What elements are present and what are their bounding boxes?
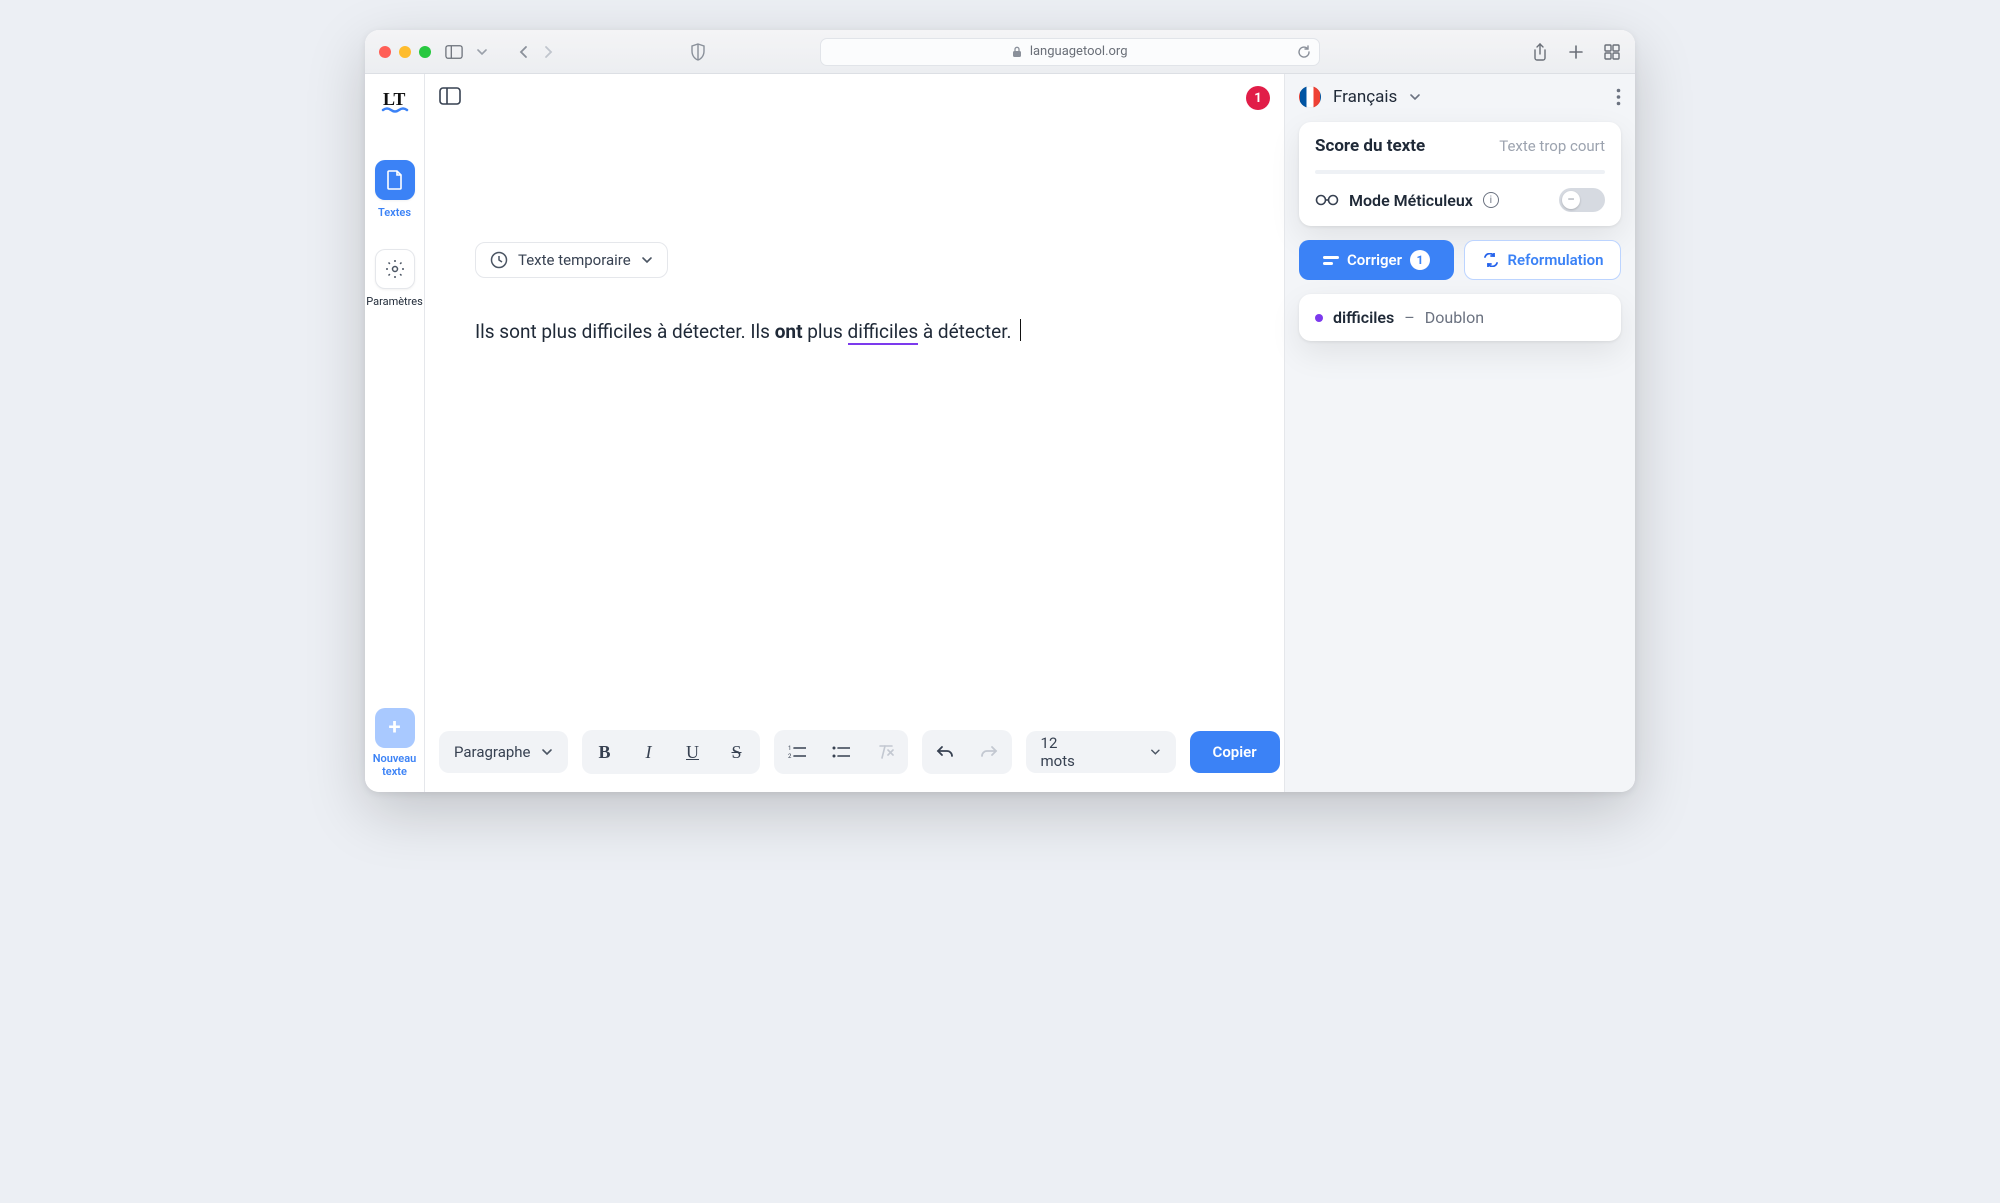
more-menu-icon[interactable] xyxy=(1616,88,1621,106)
app-logo[interactable]: LT xyxy=(381,88,409,116)
document-type-selector[interactable]: Texte temporaire xyxy=(475,242,668,278)
tab-corriger[interactable]: Corriger 1 xyxy=(1299,240,1454,280)
word-count-label: 12 mots xyxy=(1041,734,1090,770)
unordered-list-button[interactable] xyxy=(820,732,862,772)
flag-france-icon xyxy=(1299,86,1321,108)
sidebar-item-textes[interactable] xyxy=(375,160,415,200)
sidebar-item-textes-label: Textes xyxy=(378,206,411,219)
text-segment: plus xyxy=(803,320,848,343)
list-group: 12 xyxy=(774,730,908,774)
text-segment: à détecter. xyxy=(918,320,1016,343)
picky-mode-toggle[interactable]: − xyxy=(1559,188,1605,212)
score-bar xyxy=(1315,170,1605,174)
paragraph-style-label: Paragraphe xyxy=(454,743,531,761)
chevron-down-icon[interactable] xyxy=(473,43,491,61)
score-card: Score du texte Texte trop court Mode Mét… xyxy=(1299,122,1621,226)
reformulation-icon xyxy=(1482,253,1500,267)
format-group: B I U S xyxy=(582,730,760,774)
info-icon[interactable]: i xyxy=(1483,192,1499,208)
text-caret xyxy=(1020,319,1021,341)
issue-bullet-icon xyxy=(1315,314,1323,322)
issue-type: Doublon xyxy=(1425,308,1484,327)
editor-textarea[interactable]: Ils sont plus difficiles à détecter. Ils… xyxy=(475,318,1234,347)
url-host: languagetool.org xyxy=(1030,44,1128,59)
chevron-down-icon xyxy=(641,254,653,266)
window-controls xyxy=(379,46,431,58)
app: LT Textes Paramètres + Nouveautexte xyxy=(365,74,1635,792)
copy-button[interactable]: Copier xyxy=(1190,731,1280,773)
document-type-label: Texte temporaire xyxy=(518,251,631,269)
editor-column: 1 Texte temporaire xyxy=(425,74,1285,792)
new-tab-icon[interactable] xyxy=(1567,43,1585,61)
tab-corriger-label: Corriger xyxy=(1347,251,1402,269)
issue-card[interactable]: difficiles – Doublon xyxy=(1299,294,1621,341)
language-select[interactable]: Français xyxy=(1333,87,1397,107)
strikethrough-button[interactable]: S xyxy=(716,732,758,772)
paragraph-style-select[interactable]: Paragraphe xyxy=(439,731,568,773)
history-group xyxy=(922,730,1012,774)
issue-count-badge[interactable]: 1 xyxy=(1246,86,1270,110)
lock-icon xyxy=(1012,46,1022,58)
share-icon[interactable] xyxy=(1531,43,1549,61)
corriger-icon xyxy=(1323,254,1339,266)
new-text-label: Nouveautexte xyxy=(373,752,417,778)
picky-mode-label: Mode Méticuleux xyxy=(1349,191,1473,210)
zoom-window-icon[interactable] xyxy=(419,46,431,58)
clock-icon xyxy=(490,251,508,269)
clear-formatting-button[interactable] xyxy=(864,732,906,772)
panel-toggle-icon[interactable] xyxy=(439,87,461,109)
score-title: Score du texte xyxy=(1315,136,1425,156)
text-segment: Ils sont plus difficiles à détecter. Ils xyxy=(475,320,775,343)
new-text-button[interactable]: + xyxy=(375,708,415,748)
tab-reformulation[interactable]: Reformulation xyxy=(1464,240,1621,280)
ordered-list-button[interactable]: 12 xyxy=(776,732,818,772)
svg-text:LT: LT xyxy=(383,89,405,109)
left-rail: LT Textes Paramètres + Nouveautexte xyxy=(365,74,425,792)
nav-forward-icon[interactable] xyxy=(541,45,555,59)
address-bar[interactable]: languagetool.org xyxy=(820,38,1320,66)
text-bold-segment: ont xyxy=(775,320,803,343)
browser-window: languagetool.org xyxy=(365,30,1635,792)
svg-text:1: 1 xyxy=(788,745,791,752)
close-window-icon[interactable] xyxy=(379,46,391,58)
italic-button[interactable]: I xyxy=(628,732,670,772)
minimize-window-icon[interactable] xyxy=(399,46,411,58)
tab-corriger-count: 1 xyxy=(1410,250,1430,270)
refresh-icon[interactable] xyxy=(1297,45,1311,59)
sidebar-item-parametres[interactable] xyxy=(375,249,415,289)
bold-button[interactable]: B xyxy=(584,732,626,772)
issue-word: difficiles xyxy=(1333,308,1394,327)
undo-button[interactable] xyxy=(924,732,966,772)
titlebar: languagetool.org xyxy=(365,30,1635,74)
tab-reformulation-label: Reformulation xyxy=(1508,251,1604,269)
nav-back-icon[interactable] xyxy=(517,45,531,59)
chevron-down-icon[interactable] xyxy=(1409,91,1421,103)
editor-toolbar: Paragraphe B I U S 12 xyxy=(425,714,1284,792)
shield-icon[interactable] xyxy=(689,43,707,61)
score-note: Texte trop court xyxy=(1499,137,1605,155)
right-sidebar: Français Score du texte Texte trop court xyxy=(1285,74,1635,792)
chevron-down-icon xyxy=(541,746,553,758)
sidebar-tabs: Corriger 1 Reformulation xyxy=(1299,240,1621,280)
word-count-select[interactable]: 12 mots xyxy=(1026,731,1176,773)
sidebar-toggle-icon[interactable] xyxy=(445,43,463,61)
chevron-down-icon xyxy=(1150,746,1161,758)
issue-dash: – xyxy=(1404,308,1415,327)
svg-text:2: 2 xyxy=(788,753,792,760)
copy-button-label: Copier xyxy=(1213,743,1257,761)
tab-overview-icon[interactable] xyxy=(1603,43,1621,61)
redo-button[interactable] xyxy=(968,732,1010,772)
text-highlighted-error[interactable]: difficiles xyxy=(848,320,919,345)
glasses-icon xyxy=(1315,193,1339,207)
underline-button[interactable]: U xyxy=(672,732,714,772)
sidebar-item-parametres-label: Paramètres xyxy=(366,295,423,308)
